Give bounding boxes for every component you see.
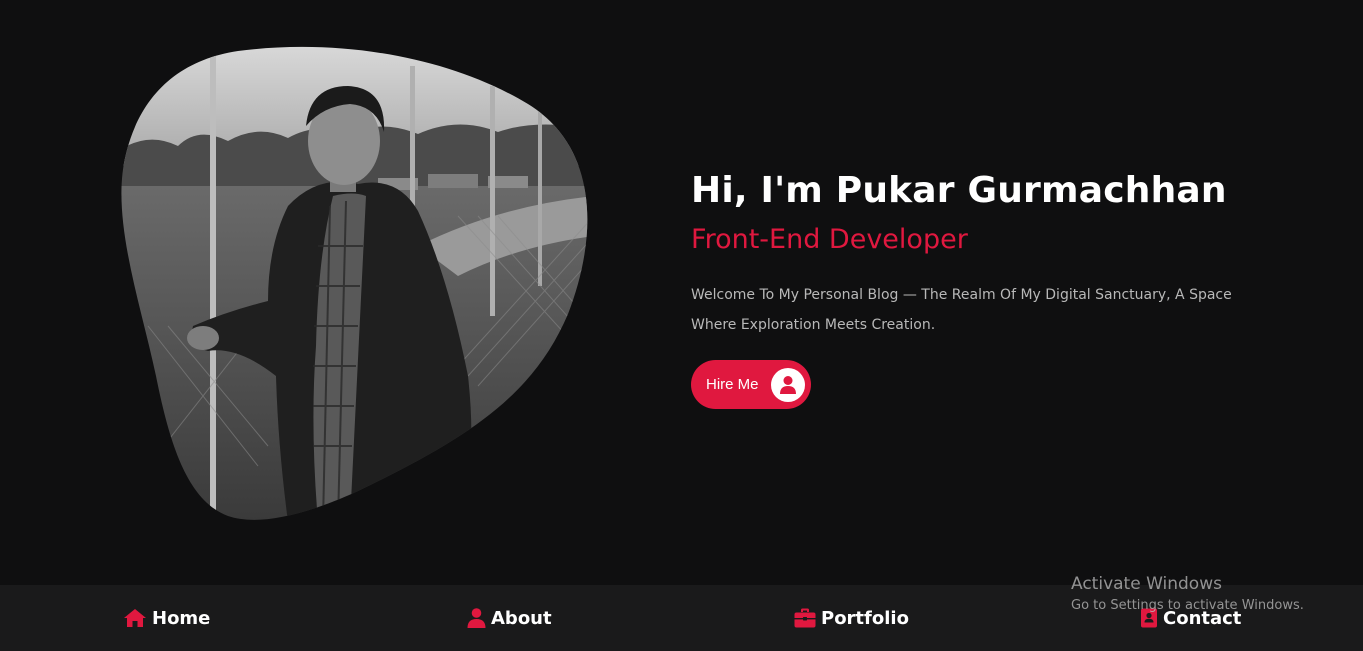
nav-label-portfolio: Portfolio bbox=[821, 607, 909, 629]
nav-item-contact[interactable]: Contact bbox=[1140, 585, 1241, 651]
profile-photo bbox=[121, 46, 588, 520]
hero-title: Hi, I'm Pukar Gurmachhan bbox=[691, 170, 1227, 211]
hire-me-button[interactable]: Hire Me bbox=[691, 360, 811, 409]
hire-me-label: Hire Me bbox=[706, 376, 759, 393]
nav-label-contact: Contact bbox=[1163, 607, 1242, 629]
home-icon bbox=[124, 609, 146, 627]
hero-description: Welcome To My Personal Blog — The Realm … bbox=[691, 287, 1232, 333]
bottom-nav: Home About Portfolio Contact bbox=[0, 585, 1363, 651]
hero-section: Hi, I'm Pukar Gurmachhan Front-End Devel… bbox=[691, 166, 1291, 409]
hero-role: Front-End Developer bbox=[691, 224, 968, 255]
nav-label-about: About bbox=[491, 607, 552, 629]
briefcase-icon bbox=[794, 608, 816, 628]
address-book-icon bbox=[1141, 608, 1157, 628]
nav-item-home[interactable]: Home bbox=[123, 585, 210, 651]
nav-item-about[interactable]: About bbox=[467, 585, 552, 651]
page: Hi, I'm Pukar Gurmachhan Front-End Devel… bbox=[0, 0, 1363, 651]
user-icon bbox=[770, 367, 805, 402]
nav-label-home: Home bbox=[152, 607, 211, 629]
user-icon bbox=[467, 608, 486, 628]
nav-item-portfolio[interactable]: Portfolio bbox=[794, 585, 909, 651]
